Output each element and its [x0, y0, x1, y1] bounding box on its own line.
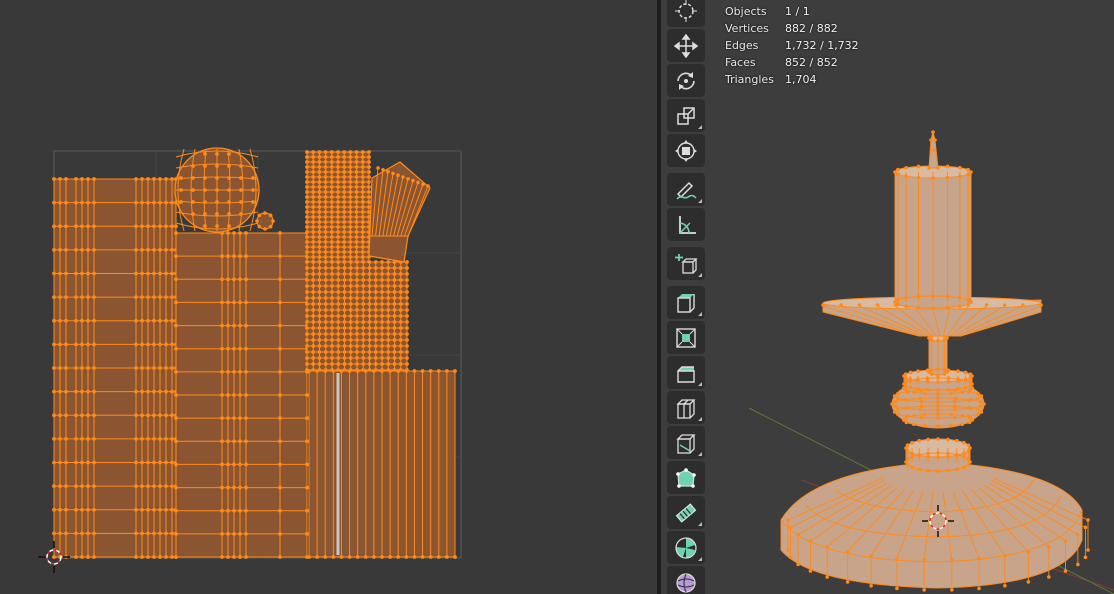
stat-row: Objects 1 / 1 [725, 3, 859, 20]
toolbar [667, 0, 707, 594]
measure-tool[interactable] [667, 208, 705, 241]
rotate-icon [677, 71, 695, 90]
stat-value: 1 / 1 [785, 5, 810, 18]
stat-row: Faces 852 / 852 [725, 54, 859, 71]
stat-row: Edges 1,732 / 1,732 [725, 37, 859, 54]
stat-label: Vertices [725, 22, 769, 35]
measure-icon [679, 215, 696, 234]
add-cube-icon [675, 253, 698, 274]
uv-island-sphere[interactable] [174, 147, 260, 233]
shrink-tool[interactable] [667, 566, 705, 594]
poly-build-tool[interactable] [667, 461, 705, 494]
stat-value: 852 / 852 [785, 56, 838, 69]
stat-label: Edges [725, 39, 759, 52]
mesh-neck[interactable] [927, 333, 949, 377]
move-icon [674, 33, 698, 58]
stat-value: 1,732 / 1,732 [785, 39, 859, 52]
cursor-tool[interactable] [667, 0, 705, 27]
uv-canvas[interactable] [0, 0, 657, 594]
candlestick-mesh[interactable] [780, 130, 1090, 592]
loop-cut-tool[interactable] [667, 391, 705, 424]
uv-island-base[interactable] [174, 231, 309, 559]
stat-label: Triangles [725, 73, 774, 86]
inset-icon [676, 327, 696, 348]
uv-island-neck[interactable] [305, 260, 409, 372]
poly-build-icon [676, 467, 696, 488]
transform-icon [675, 139, 697, 162]
spin-tool[interactable] [667, 496, 705, 529]
transform-tool[interactable] [667, 134, 705, 167]
uv-island-candle[interactable] [307, 369, 457, 559]
mesh-wick[interactable] [927, 130, 940, 170]
scale-icon [677, 106, 695, 125]
stat-label: Objects [725, 5, 767, 18]
stat-value: 882 / 882 [785, 22, 838, 35]
add-cube-tool[interactable] [667, 247, 705, 280]
scale-tool[interactable] [667, 99, 705, 132]
annotate-tool[interactable] [667, 173, 705, 206]
mesh-candle[interactable] [893, 164, 973, 310]
move-tool[interactable] [667, 29, 705, 62]
knife-icon [676, 433, 696, 454]
stat-row: Triangles 1,704 [725, 71, 859, 88]
uv-island-wick[interactable] [368, 161, 431, 263]
cursor-icon [675, 0, 697, 22]
annotate-icon [676, 181, 697, 200]
smooth-tool[interactable] [667, 531, 705, 564]
spin-icon [675, 502, 697, 523]
rotate-tool[interactable] [667, 64, 705, 97]
smooth-icon [675, 536, 697, 559]
uv-island-cap[interactable] [255, 211, 275, 231]
bevel-icon [677, 365, 695, 383]
loop-cut-icon [676, 398, 696, 419]
stat-label: Faces [725, 56, 756, 69]
viewport-canvas[interactable] [661, 0, 1114, 594]
statistics-overlay: Objects 1 / 1 Vertices 882 / 882 Edges 1,732 … [725, 3, 859, 88]
bevel-tool[interactable] [667, 356, 705, 389]
uv-editor[interactable] [0, 0, 657, 594]
inset-tool[interactable] [667, 321, 705, 354]
stat-value: 1,704 [785, 73, 817, 86]
mesh-base[interactable] [780, 461, 1090, 592]
uv-island-stem[interactable] [305, 150, 371, 264]
uv-island-body[interactable] [52, 177, 178, 559]
stat-row: Vertices 882 / 882 [725, 20, 859, 37]
3d-viewport[interactable]: Objects 1 / 1 Vertices 882 / 882 Edges 1,732 … [661, 0, 1114, 594]
extrude-icon [677, 293, 695, 313]
shrink-icon [676, 572, 696, 593]
extrude-tool[interactable] [667, 286, 705, 319]
mesh-lower-knob[interactable] [904, 437, 972, 473]
uv-islands[interactable] [52, 147, 457, 559]
knife-tool[interactable] [667, 426, 705, 459]
